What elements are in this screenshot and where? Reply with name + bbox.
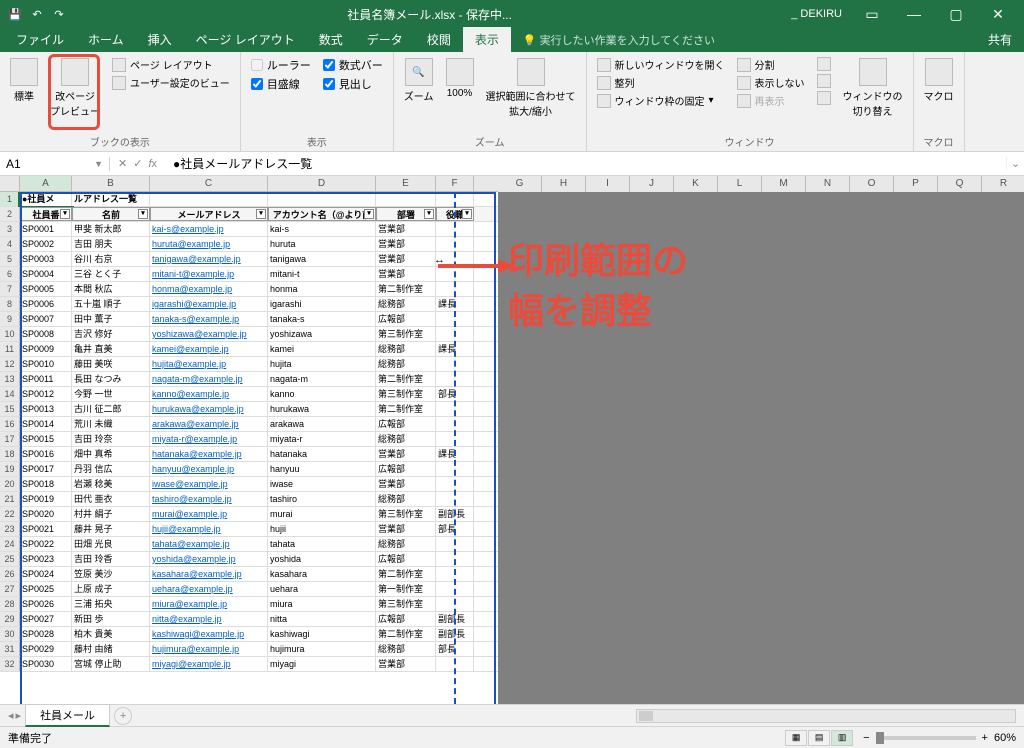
group-label-workbook-views: ブックの表示 xyxy=(8,134,232,149)
annotation-text: 印刷範囲の 幅を調整 xyxy=(508,236,688,337)
user-label: _ DEKIRU xyxy=(791,8,842,20)
tab-nav-prev-icon[interactable]: ◂ xyxy=(8,709,14,722)
cancel-formula-icon[interactable]: ✕ xyxy=(118,157,127,170)
zoom-button[interactable]: 🔍ズーム xyxy=(402,56,436,105)
group-label-show: 表示 xyxy=(249,134,385,149)
pagebreak-view-icon[interactable]: ▥ xyxy=(831,730,853,746)
tab-pagelayout[interactable]: ページ レイアウト xyxy=(184,27,307,52)
gridlines-checkbox[interactable]: 目盛線 xyxy=(249,75,313,93)
tab-data[interactable]: データ xyxy=(355,27,415,52)
reset-pos-icon[interactable] xyxy=(815,90,833,106)
tab-view[interactable]: 表示 xyxy=(463,27,511,52)
maximize-icon[interactable]: ▢ xyxy=(936,0,976,28)
titlebar: 💾 ↶ ↷ 社員名簿メール.xlsx - 保存中... _ DEKIRU ▭ —… xyxy=(0,0,1024,28)
share-button[interactable]: 共有 xyxy=(976,27,1024,52)
undo-icon[interactable]: ↶ xyxy=(28,5,46,23)
normal-view-button[interactable]: 標準 xyxy=(8,56,40,105)
save-icon[interactable]: 💾 xyxy=(6,5,24,23)
arrange-all-button[interactable]: 整列 xyxy=(595,74,727,91)
minimize-icon[interactable]: — xyxy=(894,0,934,28)
hide-button[interactable]: 表示しない xyxy=(735,74,807,91)
formulabar-checkbox[interactable]: 数式バー xyxy=(321,56,385,74)
formula-bar[interactable]: ●社員メールアドレス一覧 xyxy=(165,155,1006,172)
custom-views-button[interactable]: ユーザー設定のビュー xyxy=(110,74,232,91)
sync-scroll-icon[interactable] xyxy=(815,73,833,89)
zoom-slider[interactable] xyxy=(876,736,976,740)
tab-review[interactable]: 校閲 xyxy=(415,27,463,52)
column-headers[interactable]: A B C D E F xyxy=(0,176,498,192)
expand-formula-icon[interactable]: ⌄ xyxy=(1006,157,1024,170)
ruler-checkbox[interactable]: ルーラー xyxy=(249,56,313,74)
zoom-out-button[interactable]: − xyxy=(863,732,869,744)
tab-insert[interactable]: 挿入 xyxy=(136,27,184,52)
zoom-in-button[interactable]: + xyxy=(982,732,988,744)
zoom-level[interactable]: 60% xyxy=(994,732,1016,744)
window-controls: ▭ — ▢ ✕ xyxy=(852,0,1018,28)
enter-formula-icon[interactable]: ✓ xyxy=(133,157,142,170)
split-button[interactable]: 分割 xyxy=(735,56,807,73)
window-title: 社員名簿メール.xlsx - 保存中... xyxy=(68,6,791,23)
status-text: 準備完了 xyxy=(8,730,52,746)
new-window-button[interactable]: 新しいウィンドウを開く xyxy=(595,56,727,73)
add-sheet-button[interactable]: + xyxy=(114,707,132,725)
fx-icon[interactable]: fx xyxy=(148,158,157,170)
horizontal-scrollbar[interactable] xyxy=(636,709,1016,723)
tab-file[interactable]: ファイル xyxy=(4,27,76,52)
sheet-area: A B C D E F 1●社員メルアドレス一覧2社員番▾名前▾メールアドレス▾… xyxy=(0,176,1024,704)
zoom-100-button[interactable]: 100% xyxy=(444,56,476,101)
page-layout-button[interactable]: ページ レイアウト xyxy=(110,56,232,73)
ribbon-tabs: ファイル ホーム 挿入 ページ レイアウト 数式 データ 校閲 表示 💡 実行し… xyxy=(0,28,1024,52)
close-icon[interactable]: ✕ xyxy=(978,0,1018,28)
name-box[interactable]: A1▼ xyxy=(0,157,110,171)
sheet-tab-active[interactable]: 社員メール xyxy=(25,704,110,727)
view-side-icon[interactable] xyxy=(815,56,833,72)
quick-access-toolbar: 💾 ↶ ↷ xyxy=(6,5,68,23)
group-label-macro: マクロ xyxy=(922,134,956,149)
freeze-panes-button[interactable]: ウィンドウ枠の固定 ▾ xyxy=(595,92,727,109)
sheet-tab-bar: ◂▸ 社員メール + xyxy=(0,704,1024,726)
switch-windows-button[interactable]: ウィンドウの 切り替え xyxy=(841,56,905,120)
group-label-zoom: ズーム xyxy=(402,134,578,149)
status-bar: 準備完了 ▦ ▤ ▥ − + 60% xyxy=(0,726,1024,748)
unhide-button[interactable]: 再表示 xyxy=(735,92,807,109)
tab-nav-next-icon[interactable]: ▸ xyxy=(16,709,22,722)
normal-view-icon[interactable]: ▦ xyxy=(785,730,807,746)
tab-home[interactable]: ホーム xyxy=(76,27,136,52)
grid[interactable]: 1●社員メルアドレス一覧2社員番▾名前▾メールアドレス▾アカウント名（@より前▾… xyxy=(0,192,498,704)
tell-me[interactable]: 💡 実行したい作業を入力してください xyxy=(511,28,727,52)
ribbon-options-icon[interactable]: ▭ xyxy=(852,0,892,28)
macros-button[interactable]: マクロ xyxy=(922,56,956,105)
tab-formulas[interactable]: 数式 xyxy=(307,27,355,52)
ribbon: 標準 改ページ プレビュー ページ レイアウト ユーザー設定のビュー ブックの表… xyxy=(0,52,1024,152)
zoom-selection-button[interactable]: 選択範囲に合わせて 拡大/縮小 xyxy=(484,56,578,120)
column-headers-right[interactable]: GHIJKLMNOPQR xyxy=(498,176,1024,192)
formula-bar-row: A1▼ ✕ ✓ fx ●社員メールアドレス一覧 ⌄ xyxy=(0,152,1024,176)
headings-checkbox[interactable]: 見出し xyxy=(321,75,385,93)
pagelayout-view-icon[interactable]: ▤ xyxy=(808,730,830,746)
redo-icon[interactable]: ↷ xyxy=(50,5,68,23)
pagebreak-preview-button[interactable]: 改ページ プレビュー xyxy=(48,56,102,120)
group-label-window: ウィンドウ xyxy=(595,134,905,149)
